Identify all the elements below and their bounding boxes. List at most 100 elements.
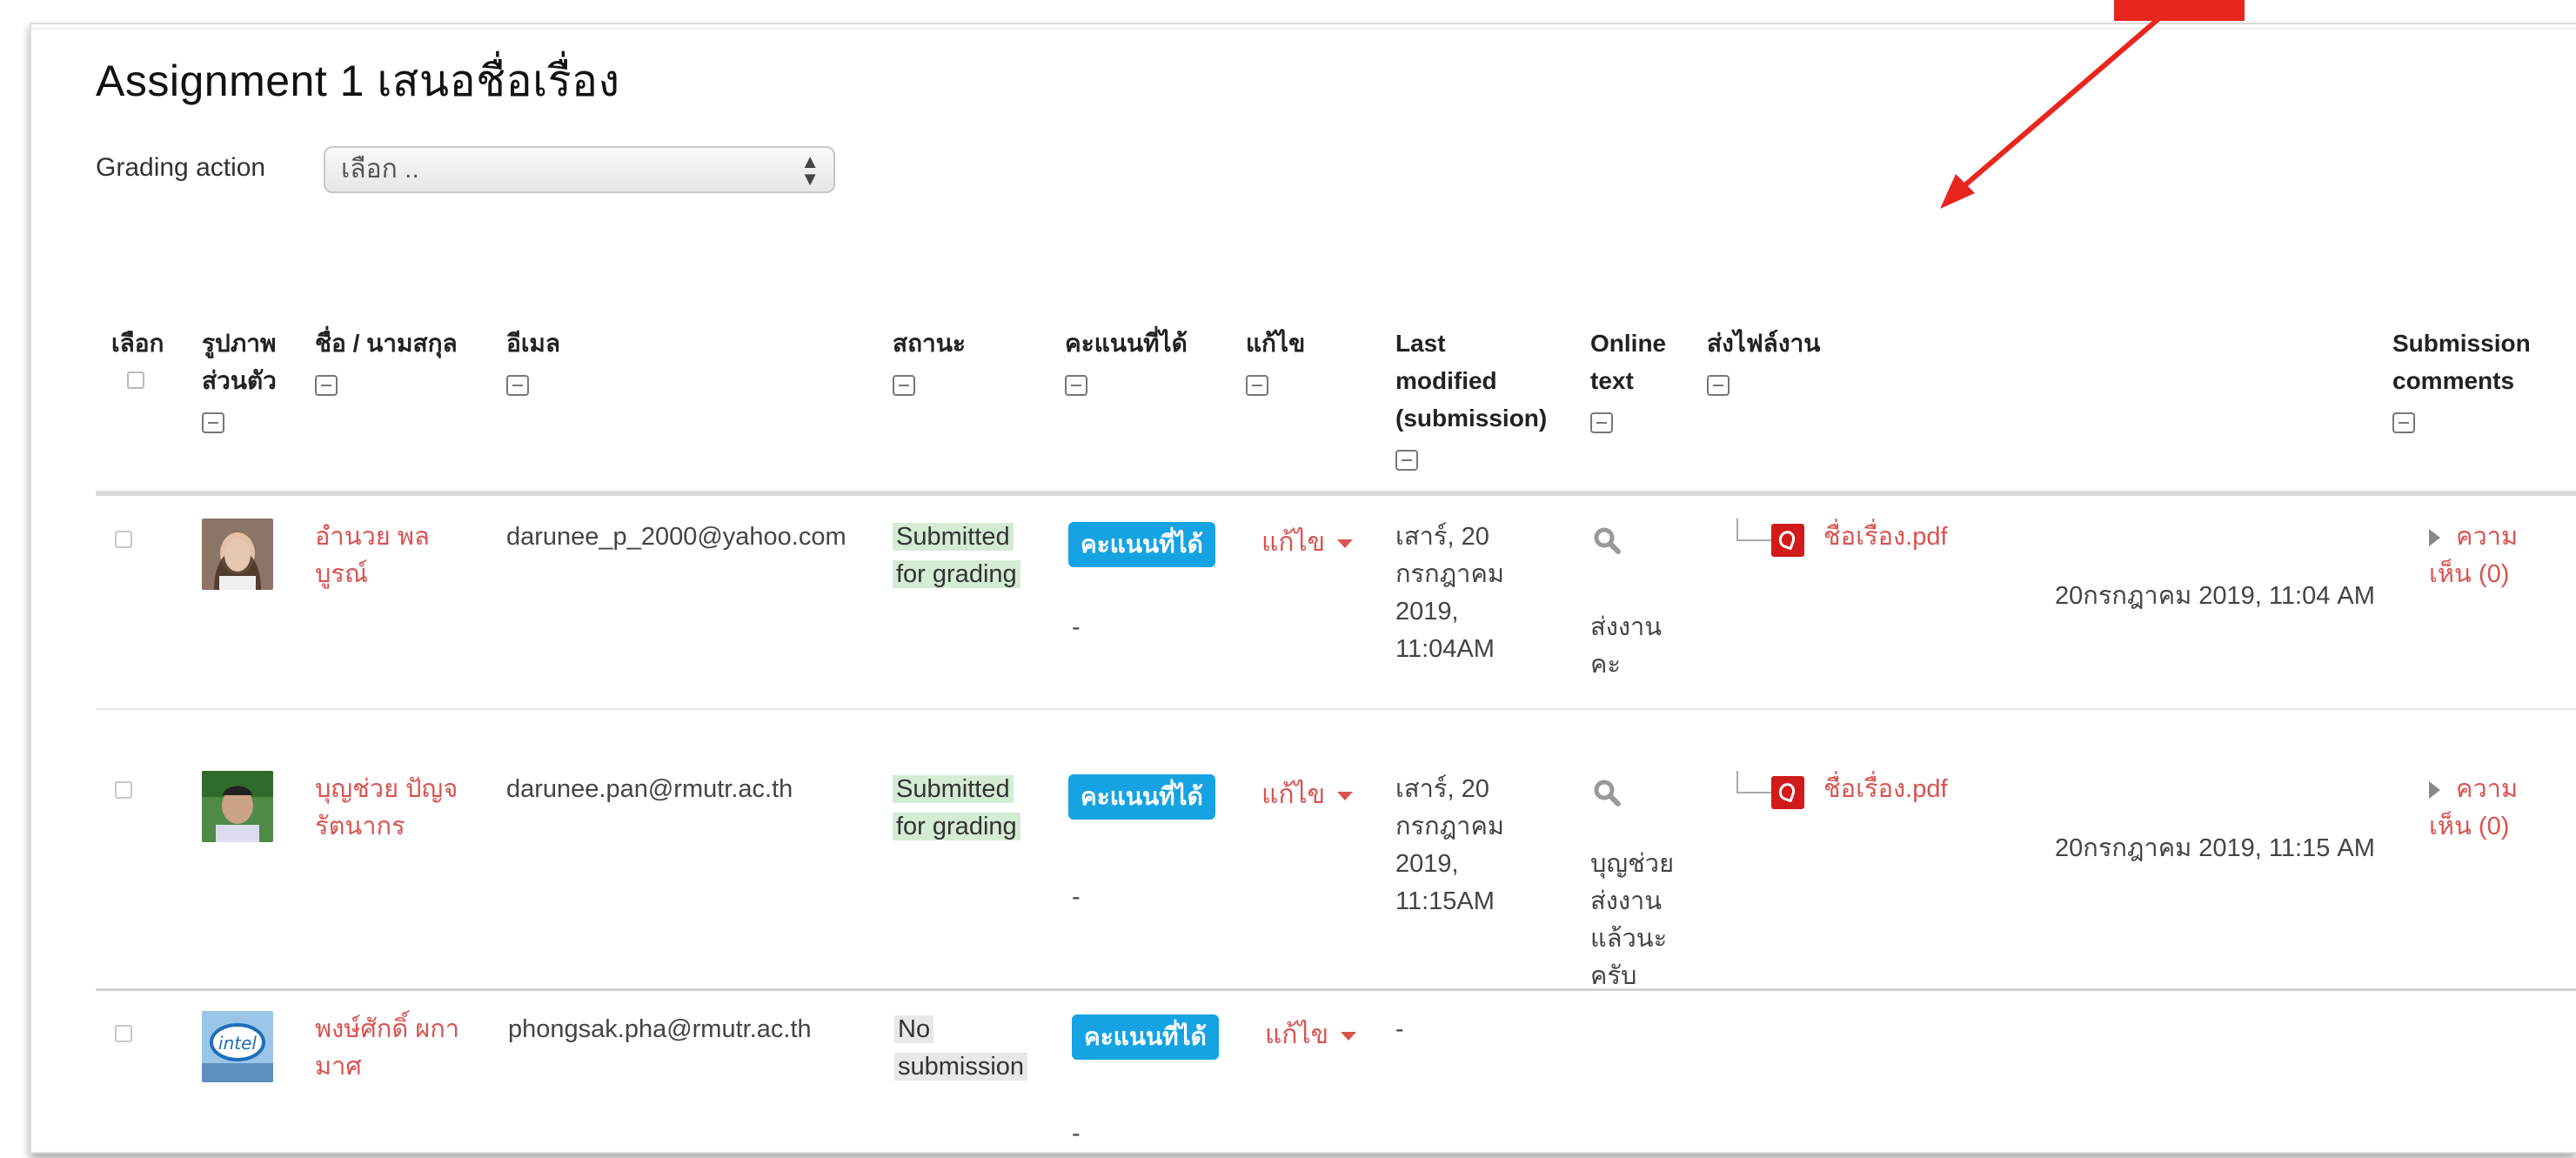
comments-line1[interactable]: ความ <box>2456 523 2518 551</box>
grade-button[interactable]: คะแนนที่ได้ <box>1068 522 1215 567</box>
file-submitted-date: 20กรกฎาคม 2019, 11:04 AM <box>2055 582 2375 610</box>
status-badge: Submitted for grading <box>893 771 1020 846</box>
page-title: Assignment 1 เสนอชื่อเรื่อง <box>96 57 620 105</box>
collapse-column-icon[interactable] <box>202 412 224 433</box>
student-name-link[interactable]: บุญช่วย ปัญจ รัตนากร <box>315 771 458 846</box>
last-modified-line: กรกฎาคม <box>1395 560 1504 588</box>
student-email: darunee_p_2000@yahoo.com <box>506 523 846 551</box>
student-name-line2[interactable]: มาศ <box>315 1048 459 1086</box>
status-line2: submission <box>894 1053 1028 1081</box>
caret-down-icon <box>1341 1032 1357 1041</box>
comments-line1[interactable]: ความ <box>2456 775 2518 803</box>
column-header-email-label[interactable]: อีเมล <box>506 325 560 362</box>
column-header-grade: คะแนนที่ได้ <box>1065 325 1188 399</box>
annotation-arrow-icon <box>1940 10 2169 209</box>
magnifier-icon[interactable] <box>1592 778 1622 807</box>
status-line2: for grading <box>893 813 1020 840</box>
column-header-picture-line1: รูปภาพ <box>202 330 277 357</box>
collapse-column-icon[interactable] <box>893 374 915 396</box>
collapse-column-icon[interactable] <box>315 374 338 396</box>
column-header-name-label[interactable]: ชื่อ / นามสกุล <box>315 325 458 362</box>
submission-comments-toggle[interactable]: ความ เห็น (0) <box>2429 519 2518 593</box>
column-header-status-label[interactable]: สถานะ <box>893 325 966 362</box>
edit-label[interactable]: แก้ไข <box>1265 1021 1328 1049</box>
column-header-grade-label[interactable]: คะแนนที่ได้ <box>1065 325 1188 362</box>
online-text-line: ส่งงาน <box>1590 887 1663 915</box>
submission-comments-toggle[interactable]: ความ เห็น (0) <box>2429 771 2518 846</box>
comments-line2[interactable]: เห็น (0) <box>2429 808 2518 846</box>
last-modified-line: 2019, <box>1395 598 1459 626</box>
comments-line2[interactable]: เห็น (0) <box>2429 556 2518 593</box>
edit-label[interactable]: แก้ไข <box>1261 780 1325 809</box>
expand-triangle-icon <box>2429 529 2440 547</box>
last-modified-line: เสาร์, 20 <box>1395 523 1489 551</box>
column-header-online-text: Online text <box>1590 325 1666 437</box>
edit-dropdown[interactable]: แก้ไข <box>1261 774 1354 815</box>
student-email: phongsak.pha@rmutr.ac.th <box>508 1015 812 1043</box>
student-name-link[interactable]: อำนวย พล บูรณ์ <box>315 519 430 593</box>
collapse-column-icon[interactable] <box>506 374 529 396</box>
pdf-file-icon <box>1771 776 1804 809</box>
student-name-line1[interactable]: อำนวย พล <box>315 519 430 556</box>
column-header-file-submissions: ส่งไฟล์งาน <box>1707 325 1820 399</box>
header-divider <box>96 491 2576 496</box>
caret-down-icon <box>1337 539 1354 549</box>
row-select-checkbox[interactable] <box>115 1025 132 1042</box>
last-modified: - <box>1395 1011 1404 1048</box>
edit-dropdown[interactable]: แก้ไข <box>1261 522 1354 563</box>
edit-dropdown[interactable]: แก้ไข <box>1265 1014 1357 1055</box>
row-divider <box>96 988 2576 991</box>
select-arrows-icon: ▲ ▼ <box>800 151 820 190</box>
edit-label[interactable]: แก้ไข <box>1261 528 1325 557</box>
status-badge: No submission <box>894 1011 1028 1086</box>
caret-down-icon <box>1337 792 1354 801</box>
grade-button[interactable]: คะแนนที่ได้ <box>1072 1014 1219 1060</box>
grading-action-selected-value: เลือก .. <box>341 155 419 184</box>
collapse-column-icon[interactable] <box>2392 412 2415 433</box>
status-line1: Submitted <box>893 775 1014 803</box>
row-divider <box>96 708 2576 710</box>
collapse-column-icon[interactable] <box>1065 374 1087 396</box>
last-modified: เสาร์, 20 กรกฎาคม 2019, 11:04AM <box>1395 519 1504 668</box>
column-header-last-modified-line3[interactable]: (submission) <box>1395 399 1547 437</box>
student-name-link[interactable]: พงษ์ศักดิ์ ผกา มาศ <box>315 1011 459 1086</box>
status-line2: for grading <box>893 560 1020 588</box>
submitted-file-link[interactable]: ชื่อเรื่อง.pdf <box>1823 771 1948 808</box>
online-text-line: คะ <box>1590 651 1621 679</box>
avatar <box>202 519 273 590</box>
student-name-line2[interactable]: รัตนากร <box>315 808 458 846</box>
file-tree-connector <box>1736 519 1773 541</box>
avatar-image <box>202 771 273 842</box>
grade-button[interactable]: คะแนนที่ได้ <box>1068 774 1215 820</box>
last-modified-line: เสาร์, 20 <box>1395 775 1489 803</box>
submitted-file-link[interactable]: ชื่อเรื่อง.pdf <box>1823 519 1948 556</box>
student-name-line2[interactable]: บูรณ์ <box>315 556 430 593</box>
avatar: intel <box>202 1011 273 1082</box>
row-select-checkbox[interactable] <box>115 531 132 548</box>
expand-triangle-icon <box>2429 781 2440 800</box>
row-select-checkbox[interactable] <box>115 781 132 799</box>
collapse-column-icon[interactable] <box>1395 449 1418 471</box>
column-header-last-modified-line1[interactable]: Last <box>1395 325 1547 362</box>
file-tree-connector <box>1736 771 1773 793</box>
select-all-checkbox[interactable] <box>127 371 144 389</box>
column-header-status: สถานะ <box>893 325 966 399</box>
collapse-column-icon[interactable] <box>1707 374 1730 396</box>
status-line1: Submitted <box>893 523 1014 551</box>
last-modified-line: - <box>1395 1015 1404 1043</box>
grading-action-label: Grading action <box>96 153 266 182</box>
file-submitted-date: 20กรกฎาคม 2019, 11:15 AM <box>2055 834 2375 862</box>
last-modified-line: 11:04AM <box>1395 635 1495 663</box>
column-header-last-modified-line2[interactable]: modified <box>1395 362 1547 399</box>
magnifier-icon[interactable] <box>1592 525 1622 555</box>
column-header-online-text-line2: text <box>1590 367 1634 394</box>
student-name-line1[interactable]: บุญช่วย ปัญจ <box>315 771 458 808</box>
svg-text:intel: intel <box>218 1033 257 1054</box>
grade-value: - <box>1072 1120 1081 1148</box>
collapse-column-icon[interactable] <box>1246 374 1268 396</box>
collapse-column-icon[interactable] <box>1590 412 1613 433</box>
grading-action-select[interactable]: เลือก .. ▲ ▼ <box>324 146 835 193</box>
student-name-line1[interactable]: พงษ์ศักดิ์ ผกา <box>315 1011 459 1048</box>
online-text-line: บุญช่วย <box>1590 850 1675 878</box>
column-header-select-label: เลือก <box>111 330 164 357</box>
